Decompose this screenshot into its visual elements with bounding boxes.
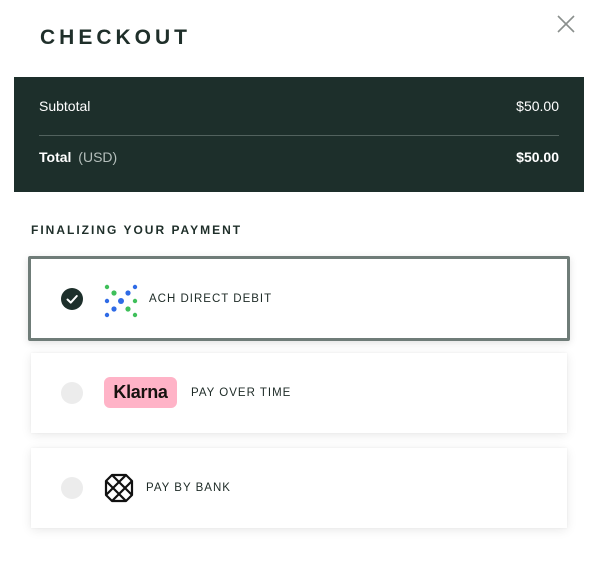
subtotal-value: $50.00 [516,98,559,114]
total-row: Total (USD) $50.00 [39,136,559,178]
close-button[interactable] [556,14,576,34]
klarna-logo-text: Klarna [113,382,168,402]
subtotal-row: Subtotal $50.00 [39,77,559,136]
payment-section-title: FINALIZING YOUR PAYMENT [31,223,243,237]
checkmark-icon [66,294,78,304]
order-summary: Subtotal $50.00 Total (USD) $50.00 [14,77,584,192]
page-title: CHECKOUT [40,26,191,49]
payment-option-bank[interactable]: PAY BY BANK [31,448,567,528]
payment-option-klarna[interactable]: Klarna PAY OVER TIME [31,353,567,433]
total-currency: (USD) [78,149,118,165]
checkout-modal: CHECKOUT Subtotal $50.00 Total (USD) $50… [0,0,594,562]
total-value: $50.00 [516,149,559,165]
payment-option-ach[interactable]: ACH DIRECT DEBIT [28,256,570,341]
klarna-logo-icon: Klarna [104,377,177,408]
payment-option-label: ACH DIRECT DEBIT [149,292,273,305]
subtotal-label: Subtotal [39,98,91,114]
total-label-group: Total (USD) [39,149,117,165]
close-icon [557,15,575,33]
plaid-logo-icon [103,472,135,504]
ach-logo-icon [103,283,139,319]
payment-option-label: PAY BY BANK [146,482,231,494]
total-label: Total [39,149,72,165]
radio-klarna[interactable] [61,382,83,404]
radio-bank[interactable] [61,477,83,499]
payment-option-label: PAY OVER TIME [191,387,292,399]
radio-ach-selected[interactable] [61,287,83,310]
